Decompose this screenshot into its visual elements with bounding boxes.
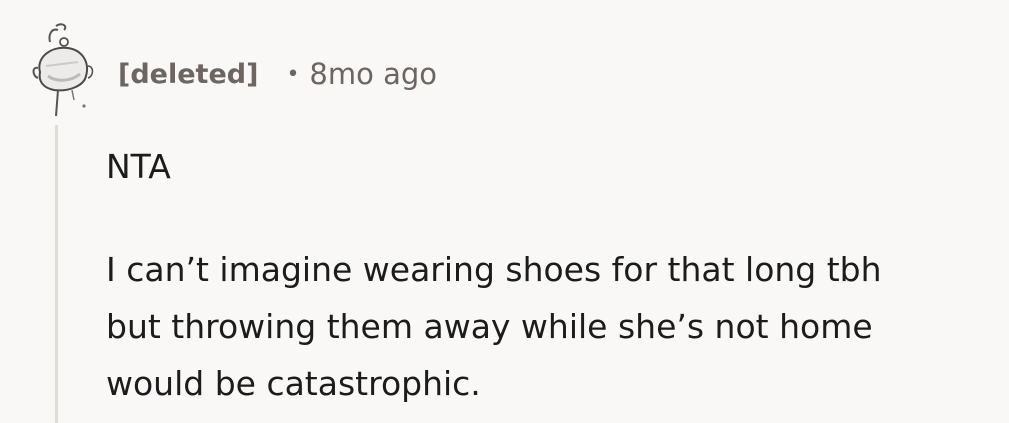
comment-line: but throwing them away while she’s not h… <box>106 307 873 346</box>
comment-line: would be catastrophic. <box>106 364 481 403</box>
thread-line[interactable] <box>55 125 58 423</box>
comment-timestamp[interactable]: 8mo ago <box>309 57 437 91</box>
comment-body: NTA I can’t imagine wearing shoes for th… <box>106 138 996 412</box>
comment-line: NTA <box>106 147 171 186</box>
comment-meta: [deleted] • 8mo ago <box>118 54 437 94</box>
comment: [deleted] • 8mo ago NTA I can’t imagine … <box>0 0 1009 423</box>
comment-paragraph: I can’t imagine wearing shoes for that l… <box>106 241 996 412</box>
comment-line: I can’t imagine wearing shoes for that l… <box>106 250 882 289</box>
deleted-user-avatar-icon <box>28 20 98 120</box>
comment-paragraph: NTA <box>106 138 996 195</box>
author-name[interactable]: [deleted] <box>118 59 258 90</box>
meta-separator: • <box>286 61 300 87</box>
